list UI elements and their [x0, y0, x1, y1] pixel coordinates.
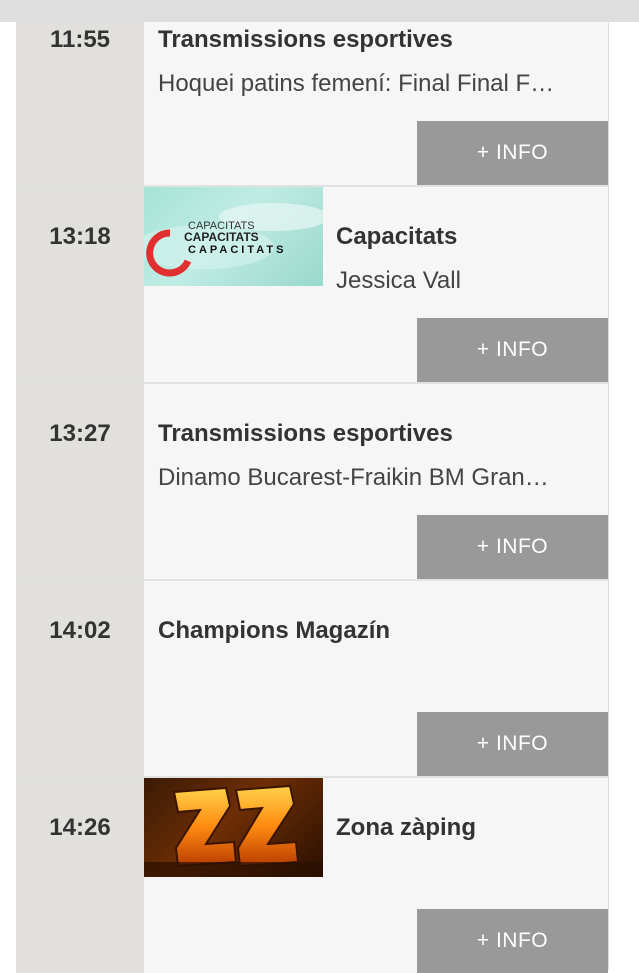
program-row[interactable]: 13:18 CAPACITATS CAPACITATS CAPACITATS C…	[16, 187, 608, 384]
program-subtitle: Dinamo Bucarest-Fraikin BM Gran…	[158, 464, 549, 491]
program-title[interactable]: Champions Magazín	[158, 617, 390, 645]
program-title[interactable]: Zona zàping	[336, 814, 476, 842]
info-button[interactable]: + INFO	[417, 909, 608, 973]
zona-zaping-thumbnail[interactable]	[144, 778, 323, 877]
logo-text-3: CAPACITATS	[188, 244, 286, 256]
info-button[interactable]: + INFO	[417, 712, 608, 776]
schedule-list: 11:55 Transmissions esportives Hoquei pa…	[16, 22, 609, 973]
program-time: 11:55	[49, 26, 111, 53]
time-column: 14:02	[16, 581, 144, 776]
program-row[interactable]: 13:27 Transmissions esportives Dinamo Bu…	[16, 384, 608, 581]
program-title[interactable]: Transmissions esportives	[158, 26, 453, 54]
program-time: 13:18	[49, 223, 111, 250]
program-time: 13:27	[49, 420, 111, 447]
program-row[interactable]: 14:26 Zona zàping + INFO	[16, 778, 608, 973]
time-column: 14:26	[16, 778, 144, 973]
capacitats-thumbnail[interactable]: CAPACITATS CAPACITATS CAPACITATS	[144, 187, 323, 286]
info-button[interactable]: + INFO	[417, 121, 608, 185]
time-column: 13:18	[16, 187, 144, 382]
program-row[interactable]: 11:55 Transmissions esportives Hoquei pa…	[16, 22, 608, 187]
program-title[interactable]: Transmissions esportives	[158, 420, 453, 448]
program-title[interactable]: Capacitats	[336, 223, 457, 251]
program-row[interactable]: 14:02 Champions Magazín + INFO	[16, 581, 608, 778]
program-subtitle: Hoquei patins femení: Final Final F…	[158, 70, 555, 97]
time-column: 11:55	[16, 22, 144, 185]
program-time: 14:26	[49, 814, 111, 841]
time-column: 13:27	[16, 384, 144, 579]
browser-top-bar	[0, 0, 639, 22]
logo-text-2: CAPACITATS	[184, 230, 259, 244]
program-subtitle: Jessica Vall	[336, 267, 461, 294]
info-button[interactable]: + INFO	[417, 515, 608, 579]
info-button[interactable]: + INFO	[417, 318, 608, 382]
program-time: 14:02	[49, 617, 111, 644]
capacitats-logo: CAPACITATS CAPACITATS CAPACITATS	[144, 203, 323, 277]
zona-zaping-logo	[144, 784, 323, 877]
